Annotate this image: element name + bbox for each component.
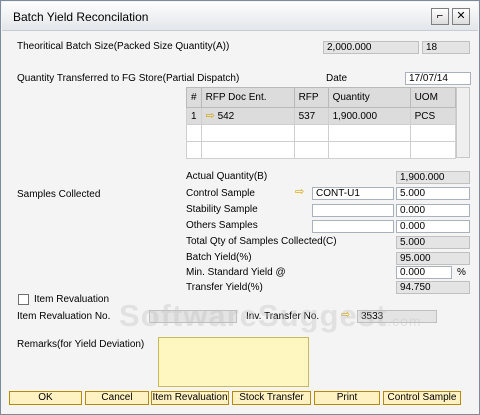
batch-yield-window: Batch Yield Reconcilation ⌐ ✕ Theoritica… [0,0,480,415]
table-row[interactable] [186,124,457,142]
transfer-yield-label: Transfer Yield(%) [186,282,263,293]
actual-quantity-value: 1,900.000 [396,171,470,184]
stability-sample-label: Stability Sample [186,204,258,215]
percent-unit: % [457,267,466,278]
cancel-button[interactable]: Cancel [85,391,149,405]
batch-yield-label: Batch Yield(%) [186,252,252,263]
item-revaluation-checkbox-label: Item Revaluation [34,294,110,305]
grid-header-uom[interactable]: UOM [409,87,457,108]
samples-collected-label: Samples Collected [17,189,101,200]
grid-header-rfp[interactable]: RFP [293,87,329,108]
item-revaluation-checkbox[interactable] [18,294,29,305]
table-row[interactable] [186,141,457,159]
others-samples-label: Others Samples [186,220,258,231]
total-samples-label: Total Qty of Samples Collected(C) [186,236,337,247]
rfp-grid: # RFP Doc Ent. RFP Quantity UOM 1 ⇨ 542 … [186,87,457,159]
row-doc-ent: 542 [217,110,235,122]
grid-header-row: # RFP Doc Ent. RFP Quantity UOM [186,87,457,108]
minimize-button[interactable]: ⌐ [431,8,449,25]
date-label: Date [326,73,348,84]
quantity-transferred-label: Quantity Transferred to FG Store(Partial… [17,73,240,84]
item-revaluation-button[interactable]: Item Revaluation [151,391,229,405]
watermark: SoftwareSuggest.com [119,298,422,333]
control-sample-value[interactable]: 5.000 [396,187,470,200]
control-sample-button[interactable]: Control Sample [383,391,461,405]
print-button[interactable]: Print [314,391,380,405]
table-row[interactable]: 1 ⇨ 542 537 1,900.000 PCS [186,107,457,125]
row-num: 1 [186,107,202,125]
row-uom: PCS [409,107,457,125]
min-standard-yield-label: Min. Standard Yield @ [186,267,286,278]
min-standard-yield-value[interactable]: 0.000 [396,266,452,279]
others-sample-value[interactable]: 0.000 [396,220,470,233]
actual-quantity-label: Actual Quantity(B) [186,171,268,182]
grid-header-doc-ent[interactable]: RFP Doc Ent. [200,87,295,108]
batch-yield-value: 95.000 [396,252,470,265]
window-title: Batch Yield Reconcilation [13,10,149,24]
stability-sample-code[interactable] [312,204,394,217]
ok-button[interactable]: OK [9,391,82,405]
control-sample-code[interactable]: CONT-U1 [312,187,394,200]
right-arrow-icon[interactable]: ⇨ [206,110,215,122]
grid-scrollbar[interactable] [456,87,470,158]
item-revaluation-no-label: Item Revaluation No. [17,311,111,322]
theoretical-batch-value: 2,000.000 [323,41,419,54]
theoretical-batch-label: Theoritical Batch Size(Packed Size Quant… [17,41,230,52]
remarks-label: Remarks(for Yield Deviation) [17,339,145,350]
others-sample-code[interactable] [312,220,394,233]
stability-sample-value[interactable]: 0.000 [396,204,470,217]
transfer-yield-value: 94.750 [396,281,470,294]
date-field[interactable]: 17/07/14 [405,72,471,85]
title-bar: Batch Yield Reconcilation ⌐ ✕ [2,2,478,31]
grid-header-quantity[interactable]: Quantity [327,87,411,108]
theoretical-batch-extra: 18 [422,41,470,54]
close-button[interactable]: ✕ [452,8,470,25]
control-sample-label: Control Sample [186,188,255,199]
row-quantity: 1,900.000 [327,107,411,125]
right-arrow-icon[interactable]: ⇨ [295,187,304,198]
total-samples-value: 5.000 [396,236,470,249]
stock-transfer-button[interactable]: Stock Transfer [232,391,311,405]
grid-header-num[interactable]: # [186,87,202,108]
remarks-textarea[interactable] [158,337,309,387]
row-rfp: 537 [293,107,329,125]
row-doc-ent-cell[interactable]: ⇨ 542 [200,107,295,125]
